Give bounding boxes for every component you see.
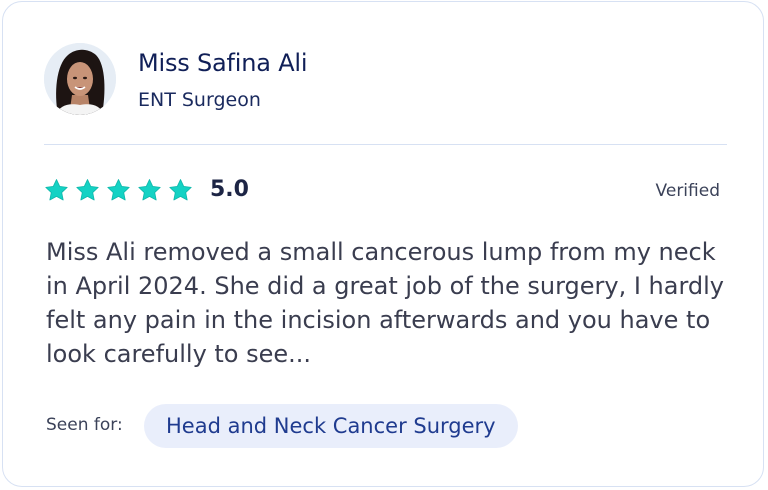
star-rating xyxy=(44,178,193,203)
review-card: Miss Safina Ali ENT Surgeon 5.0 Verified… xyxy=(2,1,764,487)
treatment-chip[interactable]: Head and Neck Cancer Surgery xyxy=(144,404,518,448)
review-text: Miss Ali removed a small cancerous lump … xyxy=(46,238,725,368)
divider xyxy=(44,144,727,145)
verified-label: Verified xyxy=(655,181,720,201)
seen-for-label: Seen for: xyxy=(46,415,123,435)
star-icon xyxy=(76,179,99,201)
doctor-name[interactable]: Miss Safina Ali xyxy=(138,49,308,77)
doctor-specialty: ENT Surgeon xyxy=(138,89,261,111)
star-icon xyxy=(138,179,161,201)
rating-score: 5.0 xyxy=(210,177,249,202)
star-icon xyxy=(45,179,68,201)
doctor-avatar xyxy=(44,43,116,115)
star-icon xyxy=(169,179,192,201)
star-icon xyxy=(107,179,130,201)
